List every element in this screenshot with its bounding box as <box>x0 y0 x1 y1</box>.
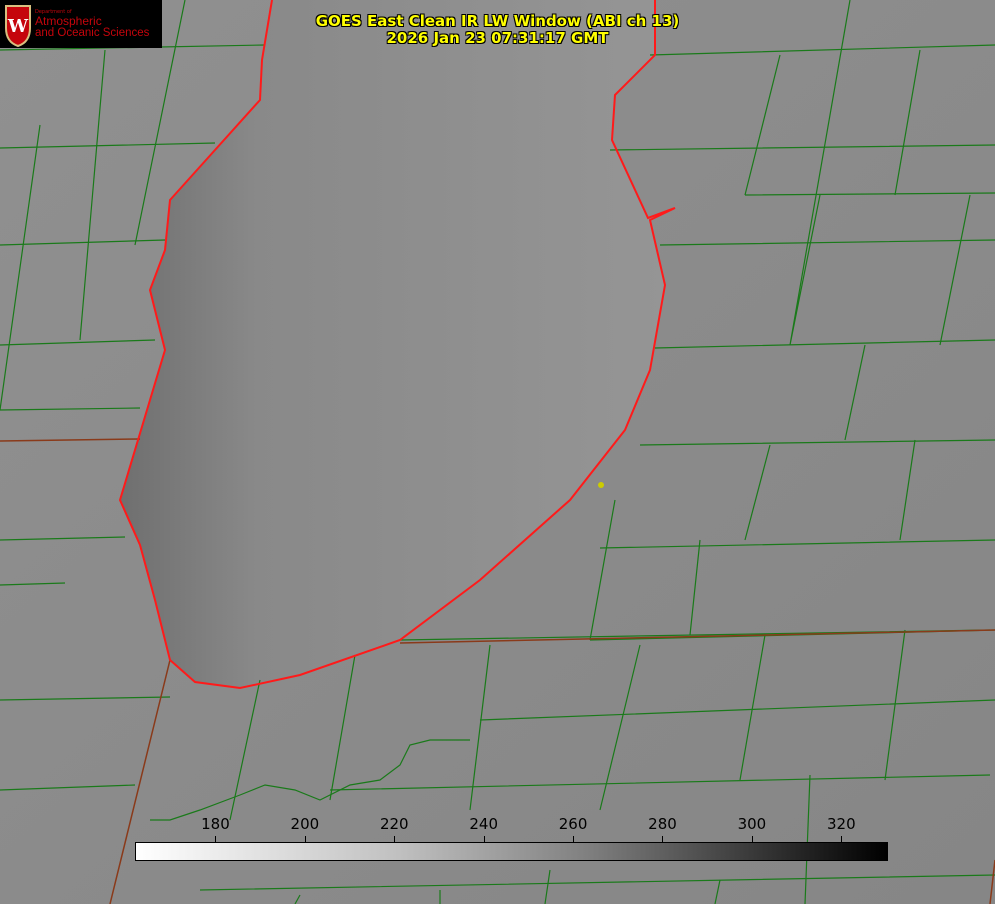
colorbar-tick-label: 220 <box>379 815 409 833</box>
colorbar-tick-mark <box>573 836 575 842</box>
colorbar-tick-mark <box>662 836 664 842</box>
image-timestamp: 2026 Jan 23 07:31:17 GMT <box>386 29 609 47</box>
colorbar-tick-mark <box>215 836 217 842</box>
colorbar <box>135 842 888 861</box>
location-marker <box>598 482 604 488</box>
colorbar-tick-label: 240 <box>469 815 498 833</box>
satellite-map <box>0 0 995 904</box>
colorbar-tick-label: 300 <box>737 815 767 833</box>
colorbar-tick-mark <box>394 836 396 842</box>
colorbar-tick-mark <box>304 836 306 842</box>
colorbar-tick-label: 320 <box>826 815 856 833</box>
image-title: GOES East Clean IR LW Window (ABI ch 13) <box>315 12 680 30</box>
colorbar-tick-label: 280 <box>648 815 677 833</box>
satellite-image-viewer: W Department of Atmospheric and Oceanic … <box>0 0 995 904</box>
colorbar-tick-mark <box>483 836 485 842</box>
colorbar-tick-mark <box>751 836 753 842</box>
colorbar-tick-label: 180 <box>201 815 230 833</box>
colorbar-tick-label: 260 <box>558 815 588 833</box>
colorbar-tick-label: 200 <box>290 815 320 833</box>
colorbar-tick-mark <box>841 836 843 842</box>
